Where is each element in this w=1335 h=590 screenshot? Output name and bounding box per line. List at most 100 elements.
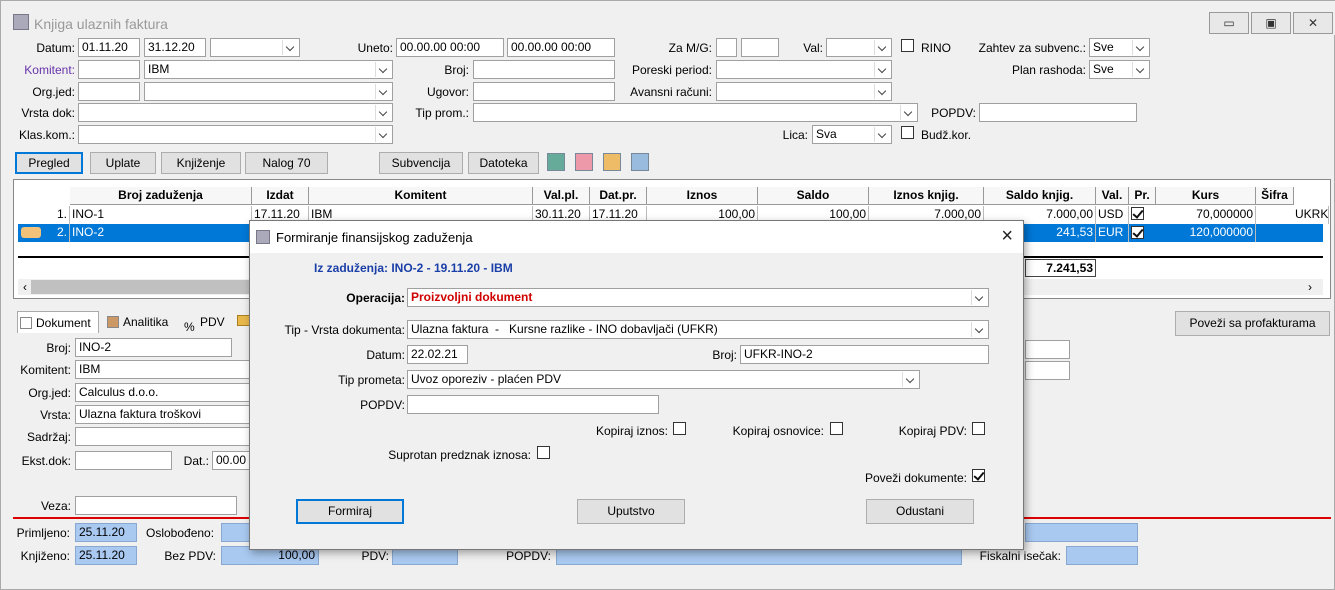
document-icon[interactable] xyxy=(603,153,621,171)
komitent-select[interactable]: IBM xyxy=(144,60,393,79)
datum-to-input[interactable]: 31.12.20 xyxy=(144,38,206,57)
col-header-komitent[interactable]: Komitent xyxy=(309,187,533,205)
dialog-title: Formiranje finansijskog zaduženja xyxy=(276,230,473,245)
suprotan-checkbox[interactable] xyxy=(537,446,550,459)
link-icon[interactable] xyxy=(631,153,649,171)
zamg-month-input[interactable] xyxy=(716,38,737,57)
kopiraj-pdv-checkbox[interactable] xyxy=(972,422,985,435)
detail-right-input[interactable] xyxy=(1025,361,1070,380)
kopiraj-osnovice-checkbox[interactable] xyxy=(830,422,843,435)
col-header-val[interactable]: Val. xyxy=(1096,187,1129,205)
table-cell[interactable]: USD xyxy=(1096,206,1129,224)
table-cell[interactable]: 120,000000 xyxy=(1156,224,1256,242)
detail-orgjed-input[interactable]: Calculus d.o.o. xyxy=(75,383,250,402)
dialog-tipprom-select[interactable]: Uvoz oporeziv - plaćen PDV xyxy=(407,370,920,389)
grid-export-icon[interactable] xyxy=(547,153,565,171)
avansni-select[interactable] xyxy=(716,82,892,101)
odustani-button[interactable]: Odustani xyxy=(866,499,974,524)
pr-checkbox[interactable] xyxy=(1131,207,1144,220)
knjizenje-button[interactable]: Knjiženje xyxy=(161,152,241,174)
tab-dokument[interactable]: Dokument xyxy=(17,311,99,333)
pregled-button[interactable]: Pregled xyxy=(15,152,83,174)
dialog-popdv-input[interactable] xyxy=(407,395,659,414)
datoteka-button[interactable]: Datoteka xyxy=(468,152,539,174)
col-header-pr[interactable]: Pr. xyxy=(1129,187,1156,205)
popdv-input[interactable] xyxy=(979,103,1137,122)
nalog-button[interactable]: Nalog 70 xyxy=(245,152,328,174)
scrollbar-thumb[interactable] xyxy=(31,280,271,294)
table-cell[interactable]: INO-2 xyxy=(70,224,250,242)
detail-right-input[interactable] xyxy=(1025,340,1070,359)
detail-vrsta-input[interactable]: Ulazna faktura troškovi xyxy=(75,405,250,424)
table-cell[interactable]: UKRK xyxy=(1293,206,1329,224)
datum-select[interactable] xyxy=(210,38,300,57)
datum-from-input[interactable]: 01.11.20 xyxy=(78,38,140,57)
col-header-iznosk[interactable]: Iznos knjig. xyxy=(869,187,984,205)
fiskalni-value xyxy=(1066,546,1138,565)
dialog-datum-label: Datum: xyxy=(366,348,405,362)
col-header-sifra[interactable]: Šifra xyxy=(1256,187,1294,205)
povezi-profakture-button[interactable]: Poveži sa profakturama xyxy=(1175,311,1330,336)
uputstvo-button[interactable]: Uputstvo xyxy=(577,499,685,524)
zamg-year-input[interactable] xyxy=(741,38,779,57)
detail-ekst-input[interactable] xyxy=(75,451,172,470)
povezi-checkbox[interactable] xyxy=(972,469,985,482)
zahtev-select[interactable]: Sve xyxy=(1089,38,1150,57)
poreski-select[interactable] xyxy=(716,60,892,79)
col-header-datpr[interactable]: Dat.pr. xyxy=(590,187,647,205)
maximize-button[interactable]: ▣ xyxy=(1251,12,1291,34)
table-cell[interactable]: 70,000000 xyxy=(1156,206,1256,224)
chevron-down-icon xyxy=(375,127,391,142)
ugovor-input[interactable] xyxy=(473,82,615,101)
subvencija-button[interactable]: Subvencija xyxy=(379,152,463,174)
tab-pdv[interactable]: % PDV xyxy=(182,311,232,334)
tab-analitika[interactable]: Analitika xyxy=(105,311,175,333)
col-header-izdat[interactable]: Izdat xyxy=(252,187,309,205)
col-header-broj[interactable]: Broj zaduženja xyxy=(70,187,252,205)
dialog-datum-input[interactable]: 22.02.21 xyxy=(407,345,468,364)
tipprom-select[interactable] xyxy=(473,103,918,122)
val-select[interactable] xyxy=(826,38,892,57)
table-cell[interactable]: EUR xyxy=(1096,224,1129,242)
table-cell[interactable]: INO-1 xyxy=(70,206,252,224)
budz-label: Budž.kor. xyxy=(921,128,972,142)
col-header-saldok[interactable]: Saldo knjig. xyxy=(984,187,1096,205)
detail-orgjed-label: Org.jed: xyxy=(28,386,71,400)
orgjed-code-input[interactable] xyxy=(78,82,140,101)
rino-checkbox[interactable] xyxy=(901,39,914,52)
lica-select[interactable]: Sva xyxy=(812,125,892,144)
vrsta-select[interactable] xyxy=(78,103,393,122)
pr-checkbox[interactable] xyxy=(1131,226,1144,239)
uneto-from-input[interactable]: 00.00.00 00:00 xyxy=(396,38,504,57)
uneto-to-input[interactable]: 00.00.00 00:00 xyxy=(507,38,615,57)
komitent-code-input[interactable] xyxy=(78,60,140,79)
tip-select[interactable]: Ulazna faktura - Kursne razlike - INO do… xyxy=(407,320,989,339)
formiraj-button[interactable]: Formiraj xyxy=(296,499,404,524)
scroll-right-icon[interactable]: › xyxy=(1308,280,1312,294)
operacija-select[interactable]: Proizvoljni dokument xyxy=(407,288,989,307)
close-button[interactable]: ✕ xyxy=(1293,12,1333,34)
dialog-broj-input[interactable]: UFKR-INO-2 xyxy=(740,345,989,364)
col-header-iznos[interactable]: Iznos xyxy=(647,187,758,205)
detail-sadrzaj-input[interactable] xyxy=(75,427,250,446)
user-icon[interactable] xyxy=(575,153,593,171)
minimize-button[interactable]: ▭ xyxy=(1209,12,1249,34)
uplate-button[interactable]: Uplate xyxy=(90,152,156,174)
detail-veza-input[interactable] xyxy=(75,496,237,515)
broj-input[interactable] xyxy=(473,60,615,79)
budz-checkbox[interactable] xyxy=(901,126,914,139)
orgjed-select[interactable] xyxy=(144,82,393,101)
detail-dat-input[interactable]: 00.00 xyxy=(212,451,250,470)
plan-select[interactable]: Sve xyxy=(1089,60,1150,79)
detail-broj-input[interactable]: INO-2 xyxy=(75,338,232,357)
komitent-label[interactable]: Komitent: xyxy=(11,63,75,77)
col-header-valpl[interactable]: Val.pl. xyxy=(533,187,590,205)
detail-komitent-input[interactable]: IBM xyxy=(75,360,250,379)
row-number: 2. xyxy=(41,224,70,242)
scroll-left-icon[interactable]: ‹ xyxy=(23,280,27,294)
table-cell[interactable]: 241,53 xyxy=(1025,224,1096,242)
close-icon[interactable]: × xyxy=(1001,225,1013,247)
col-header-kurs[interactable]: Kurs xyxy=(1156,187,1256,205)
klas-select[interactable] xyxy=(78,125,393,144)
col-header-saldo[interactable]: Saldo xyxy=(758,187,869,205)
